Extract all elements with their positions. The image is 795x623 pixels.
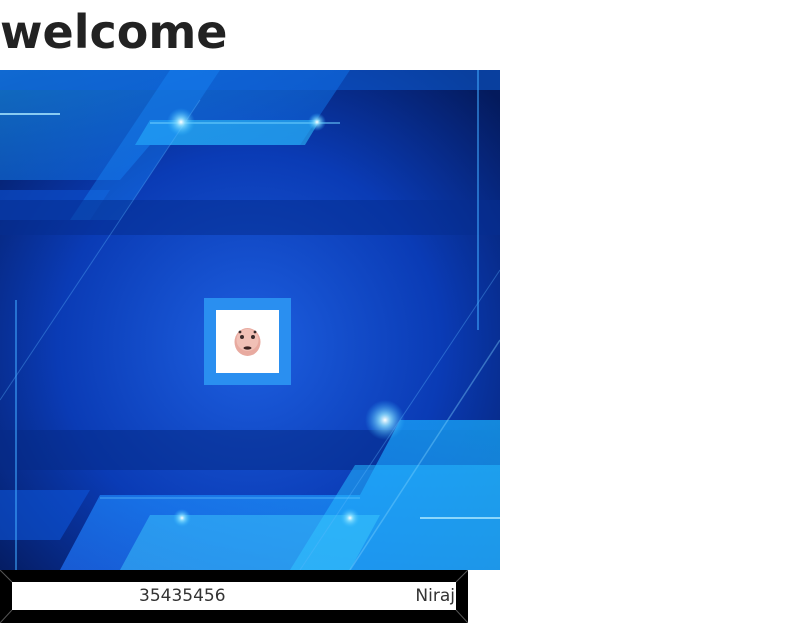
- page-title: welcome: [0, 5, 228, 59]
- avatar-image: [216, 310, 279, 373]
- face-emoji-icon: [234, 328, 261, 356]
- info-bar: 35435456 Niraj: [0, 570, 468, 623]
- info-name: Niraj: [415, 586, 455, 606]
- avatar[interactable]: [204, 298, 291, 385]
- hero-image: [0, 70, 500, 570]
- info-number: 35435456: [139, 586, 226, 606]
- info-row: 35435456 Niraj: [12, 582, 456, 610]
